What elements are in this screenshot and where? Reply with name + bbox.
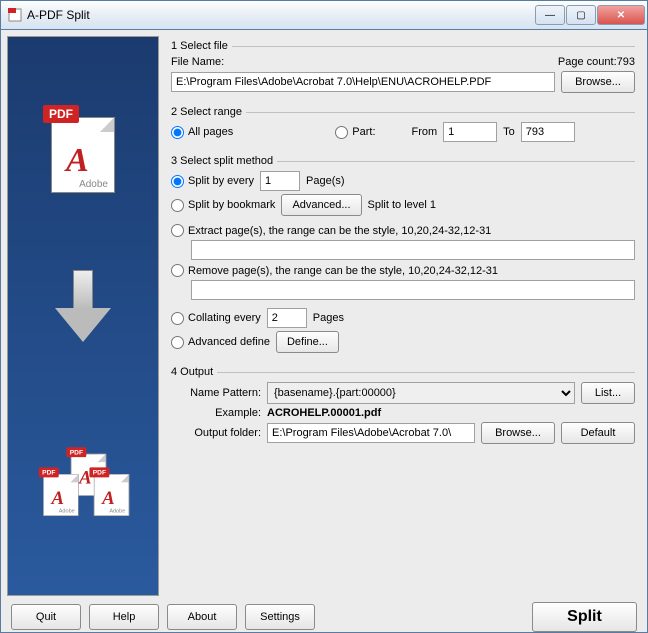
- footer: Quit Help About Settings Split: [7, 596, 641, 632]
- from-input[interactable]: [443, 122, 497, 142]
- split-every-input[interactable]: [260, 171, 300, 191]
- minimize-button[interactable]: —: [535, 5, 565, 25]
- browse-file-button[interactable]: Browse...: [561, 71, 635, 93]
- example-label: Example:: [171, 407, 261, 419]
- file-name-label: File Name:: [171, 56, 224, 68]
- about-button[interactable]: About: [167, 604, 237, 630]
- radio-extract-pages[interactable]: Extract page(s), the range can be the st…: [171, 224, 491, 237]
- settings-button[interactable]: Settings: [245, 604, 315, 630]
- name-pattern-label: Name Pattern:: [171, 387, 261, 399]
- from-label: From: [412, 126, 438, 138]
- radio-remove-pages[interactable]: Remove page(s), the range can be the sty…: [171, 264, 498, 277]
- name-pattern-combo[interactable]: {basename}.{part:00000}: [267, 382, 575, 404]
- radio-split-bookmark[interactable]: Split by bookmark: [171, 199, 275, 212]
- default-button[interactable]: Default: [561, 422, 635, 444]
- sidebar: AAdobe PDF AAdPDF AAdobePDF AAdobePDF: [7, 36, 159, 596]
- output-folder-input[interactable]: [267, 423, 475, 443]
- browse-output-button[interactable]: Browse...: [481, 422, 555, 444]
- split-level-text: Split to level 1: [368, 199, 436, 211]
- section2-legend: 2 Select range: [171, 106, 242, 118]
- collating-input[interactable]: [267, 308, 307, 328]
- pdf-multi-icon: AAdPDF AAdobePDF AAdobePDF: [28, 431, 138, 523]
- remove-input[interactable]: [191, 280, 635, 300]
- pages-label: Page(s): [306, 175, 345, 187]
- help-button[interactable]: Help: [89, 604, 159, 630]
- radio-all-pages[interactable]: All pages: [171, 126, 233, 139]
- file-path-input[interactable]: [171, 72, 555, 92]
- radio-part[interactable]: Part:: [335, 126, 375, 139]
- content: 1 Select file File Name: Page count:793 …: [165, 36, 641, 596]
- output-folder-label: Output folder:: [171, 427, 261, 439]
- pdf-source-icon: AAdobe PDF: [47, 105, 119, 193]
- titlebar: A-PDF Split — ▢ ✕: [0, 0, 648, 30]
- radio-split-every[interactable]: Split by every: [171, 175, 254, 188]
- to-input[interactable]: [521, 122, 575, 142]
- app-icon: [7, 7, 23, 23]
- quit-button[interactable]: Quit: [11, 604, 81, 630]
- advanced-button[interactable]: Advanced...: [281, 194, 361, 216]
- extract-input[interactable]: [191, 240, 635, 260]
- list-button[interactable]: List...: [581, 382, 635, 404]
- section4-legend: 4 Output: [171, 366, 213, 378]
- maximize-button[interactable]: ▢: [566, 5, 596, 25]
- arrow-down-icon: [55, 270, 111, 350]
- page-count: Page count:793: [558, 56, 635, 68]
- section1-legend: 1 Select file: [171, 40, 228, 52]
- radio-advanced-define[interactable]: Advanced define: [171, 336, 270, 349]
- close-button[interactable]: ✕: [597, 5, 645, 25]
- section3-legend: 3 Select split method: [171, 155, 273, 167]
- split-button[interactable]: Split: [532, 602, 637, 632]
- to-label: To: [503, 126, 515, 138]
- window-title: A-PDF Split: [27, 8, 535, 22]
- collating-pages-label: Pages: [313, 312, 344, 324]
- radio-collating[interactable]: Collating every: [171, 312, 261, 325]
- example-value: ACROHELP.00001.pdf: [267, 407, 381, 419]
- define-button[interactable]: Define...: [276, 331, 339, 353]
